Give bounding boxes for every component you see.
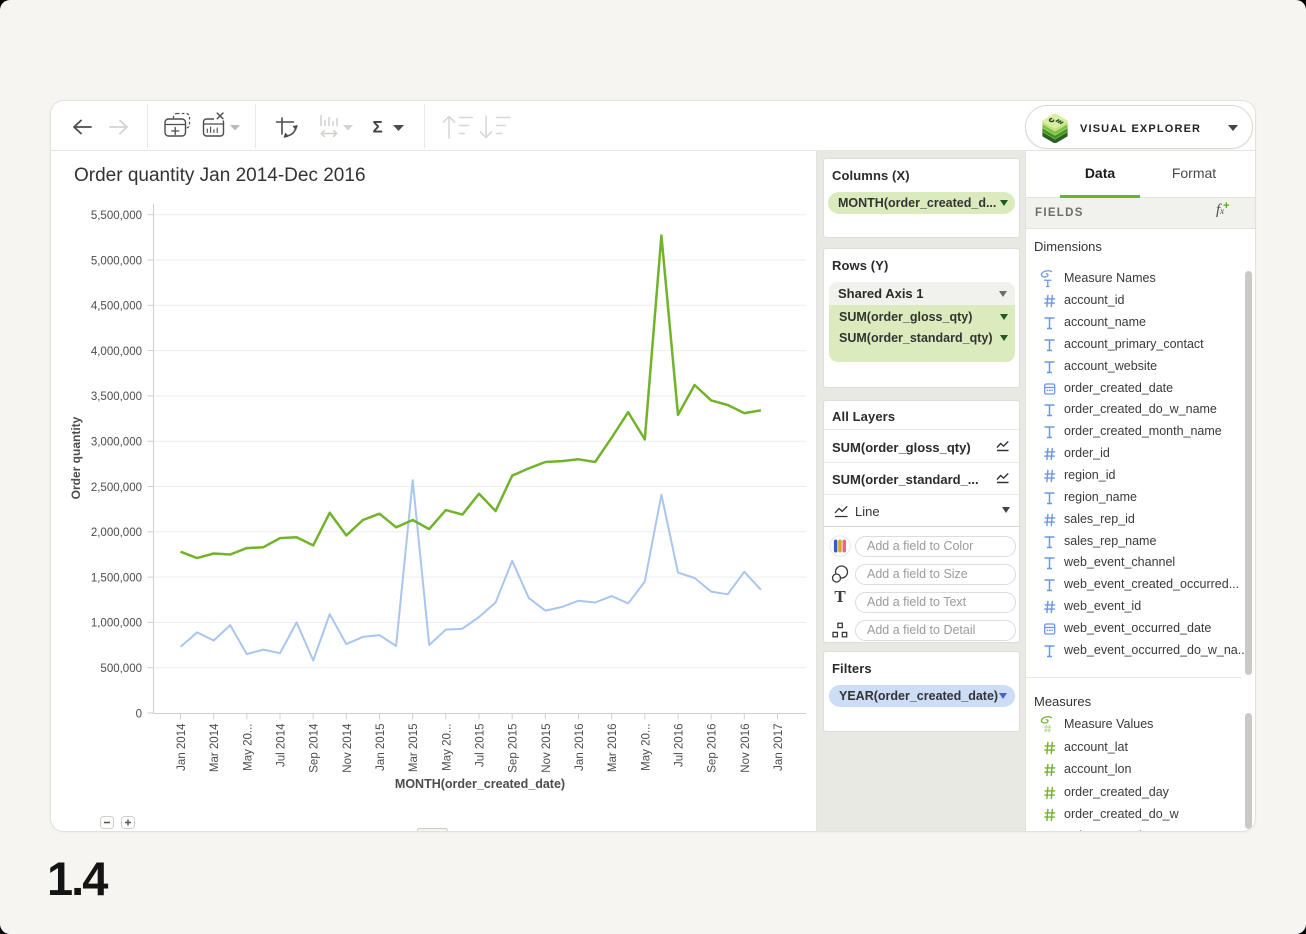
svg-text:Σ: Σ — [373, 118, 383, 137]
svg-text:1,500,000: 1,500,000 — [91, 572, 142, 584]
svg-text:May 20...: May 20... — [441, 724, 453, 771]
svg-text:Nov 2014: Nov 2014 — [342, 723, 354, 773]
svg-text:Nov 2015: Nov 2015 — [541, 724, 553, 773]
svg-text:Jan 2014: Jan 2014 — [176, 723, 188, 771]
svg-text:4,000,000: 4,000,000 — [91, 346, 142, 358]
svg-text:Sep 2016: Sep 2016 — [707, 724, 719, 773]
svg-text:Nov 2016: Nov 2016 — [740, 724, 752, 773]
svg-text:3,000,000: 3,000,000 — [91, 437, 142, 449]
svg-text:May 20...: May 20... — [242, 724, 254, 771]
svg-text:Jan 2017: Jan 2017 — [773, 724, 785, 771]
svg-text:MONTH(order_created_date): MONTH(order_created_date) — [395, 777, 565, 791]
svg-text:Order quantity: Order quantity — [69, 416, 83, 499]
svg-text:4,500,000: 4,500,000 — [91, 301, 142, 313]
svg-text:Jul 2014: Jul 2014 — [276, 723, 288, 767]
svg-text:Jul 2016: Jul 2016 — [674, 724, 686, 767]
svg-text:Sep 2014: Sep 2014 — [309, 723, 321, 773]
svg-text:0: 0 — [136, 708, 142, 720]
svg-text:Sep 2015: Sep 2015 — [508, 724, 520, 773]
svg-text:1,000,000: 1,000,000 — [91, 618, 142, 630]
svg-text:Jan 2016: Jan 2016 — [574, 724, 586, 771]
svg-text:Mar 2016: Mar 2016 — [607, 724, 619, 773]
svg-text:5,000,000: 5,000,000 — [91, 255, 142, 267]
svg-text:Jan 2015: Jan 2015 — [375, 724, 387, 771]
svg-text:Mar 2015: Mar 2015 — [408, 724, 420, 773]
svg-text:500,000: 500,000 — [100, 663, 142, 675]
svg-text:Jul 2015: Jul 2015 — [475, 724, 487, 767]
svg-text:3,500,000: 3,500,000 — [91, 391, 142, 403]
svg-text:May 20...: May 20... — [640, 724, 652, 771]
svg-text:2,000,000: 2,000,000 — [91, 527, 142, 539]
svg-text:2,500,000: 2,500,000 — [91, 482, 142, 494]
svg-text:Mar 2014: Mar 2014 — [209, 723, 221, 772]
svg-text:5,500,000: 5,500,000 — [91, 210, 142, 222]
